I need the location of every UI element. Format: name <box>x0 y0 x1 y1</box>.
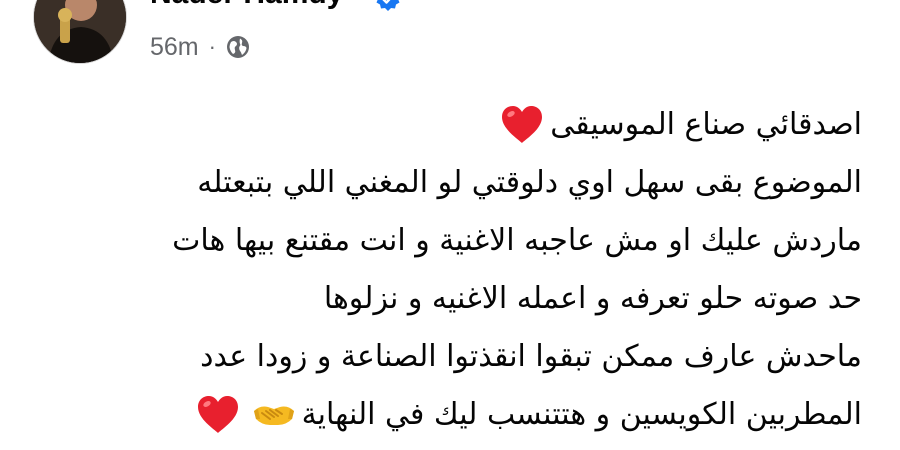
post-line: ماردش عليك او مش عاجبه الاغنية و انت مقت… <box>22 212 862 270</box>
verified-badge-icon <box>376 0 400 11</box>
post-line: المطربين الكويسين و هتتنسب ليك في النهاي… <box>22 386 862 444</box>
post-text: الموضوع بقى سهل اوي دلوقتي لو المغني الل… <box>197 165 862 200</box>
post-text: ماردش عليك او مش عاجبه الاغنية و انت مقت… <box>172 223 862 258</box>
post-line: الموضوع بقى سهل اوي دلوقتي لو المغني الل… <box>22 154 862 212</box>
post-line: ماحدش عارف ممكن تبقوا انقذتوا الصناعة و … <box>22 328 862 386</box>
globe-icon[interactable] <box>226 35 250 59</box>
post-text: حد صوته حلو تعرفه و اعمله الاغنيه و نزلو… <box>323 281 862 316</box>
handshake-icon <box>252 395 296 435</box>
post-body: اصدقائي صناع الموسيقى الموضوع بقى سهل او… <box>22 96 862 444</box>
red-heart-icon <box>500 105 544 145</box>
meta-separator: · <box>208 34 216 59</box>
post-timestamp[interactable]: 56m <box>150 33 199 62</box>
avatar[interactable] <box>33 0 127 64</box>
post-text: اصدقائي صناع الموسيقى <box>550 107 862 142</box>
red-heart-icon <box>196 395 240 435</box>
post-line: حد صوته حلو تعرفه و اعمله الاغنيه و نزلو… <box>22 270 862 328</box>
post-text: المطربين الكويسين و هتتنسب ليك في النهاي… <box>301 397 862 432</box>
post-text: ماحدش عارف ممكن تبقوا انقذتوا الصناعة و … <box>200 339 862 374</box>
author-name[interactable]: Nader Hamdy <box>150 0 343 14</box>
post-header: Nader Hamdy 56m · <box>0 0 900 92</box>
avatar-photo-icon <box>34 0 126 63</box>
post-meta: 56m · <box>150 30 250 64</box>
post-line: اصدقائي صناع الموسيقى <box>22 96 862 154</box>
